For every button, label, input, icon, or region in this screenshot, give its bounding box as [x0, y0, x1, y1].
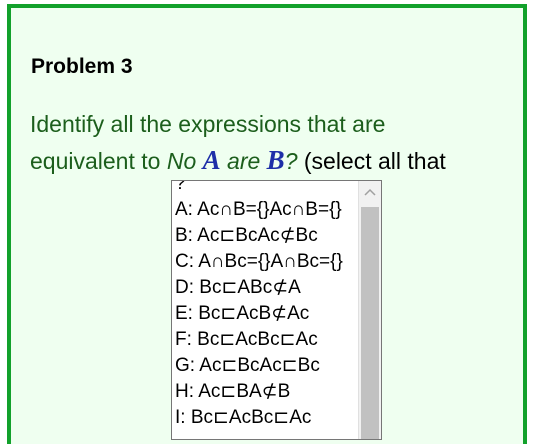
set-b-symbol: B: [266, 145, 285, 175]
question-suffix: (select all that: [297, 148, 446, 174]
scroll-up-button[interactable]: [359, 181, 381, 203]
problem-title: Problem 3: [31, 55, 133, 78]
answer-option-partial[interactable]: ?: [172, 181, 359, 197]
answer-option-a[interactable]: A: Ac∩B={}Ac∩B={}: [172, 197, 359, 223]
answer-option-e[interactable]: E: Bc⊏AcB⊄Ac: [172, 301, 359, 327]
answer-options: ? A: Ac∩B={}Ac∩B={} B: Ac⊏BcAc⊄Bc C: A∩B…: [172, 181, 359, 431]
answer-option-c[interactable]: C: A∩Bc={}A∩Bc={}: [172, 249, 359, 275]
question-are-word: are: [227, 148, 261, 174]
answer-option-d[interactable]: D: Bc⊏ABc⊄A: [172, 275, 359, 301]
question-no-word: No: [166, 148, 197, 174]
listbox-scrollbar[interactable]: [358, 181, 381, 439]
problem-question: Identify all the expressions that are eq…: [30, 106, 490, 179]
answer-option-i[interactable]: I: Bc⊏AcBc⊏Ac: [172, 405, 359, 431]
answer-option-h[interactable]: H: Ac⊏BA⊄B: [172, 379, 359, 405]
set-a-symbol: A: [202, 145, 221, 175]
answer-option-g[interactable]: G: Ac⊏BcAc⊏Bc: [172, 353, 359, 379]
question-mark: ?: [284, 148, 298, 174]
answer-option-b[interactable]: B: Ac⊏BcAc⊄Bc: [172, 223, 359, 249]
answer-option-f[interactable]: F: Bc⊏AcBc⊏Ac: [172, 327, 359, 353]
chevron-up-icon: [364, 188, 376, 196]
scroll-thumb[interactable]: [361, 207, 379, 439]
answer-listbox[interactable]: ? A: Ac∩B={}Ac∩B={} B: Ac⊏BcAc⊄Bc C: A∩B…: [171, 180, 382, 440]
